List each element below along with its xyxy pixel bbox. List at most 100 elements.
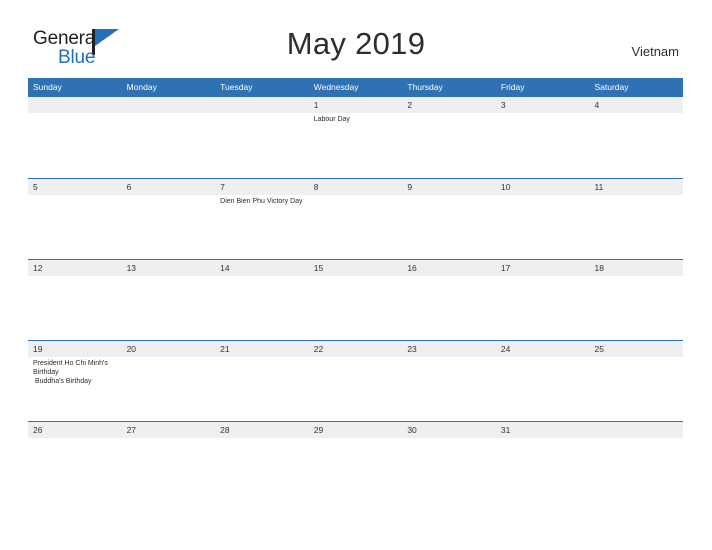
day-number: 25 (594, 344, 604, 354)
weekday-sunday: Sunday (33, 82, 62, 92)
day-number (33, 97, 120, 113)
country-label: Vietnam (631, 44, 679, 59)
day-number: 19 (33, 344, 43, 354)
day-events (127, 357, 214, 359)
calendar-page: General Blue May 2019 Vietnam Sunday Mon… (0, 0, 712, 550)
day-events (127, 276, 214, 278)
day-cell[interactable]: 18 (589, 260, 683, 340)
day-events (501, 276, 588, 278)
day-cell[interactable] (122, 97, 216, 178)
day-number: 4 (594, 100, 600, 110)
day-cell[interactable]: 2 (402, 97, 496, 178)
day-cell[interactable]: 24 (496, 341, 590, 421)
event-label: Buddha's Birthday (33, 378, 92, 386)
day-events (594, 438, 681, 440)
day-cell[interactable]: 21 (215, 341, 309, 421)
day-events (220, 276, 307, 278)
day-cell[interactable]: 12 (28, 260, 122, 340)
day-number: 2 (407, 100, 413, 110)
day-number: 13 (126, 263, 137, 273)
day-number: 3 (500, 100, 506, 110)
day-cell[interactable]: 10 (496, 179, 590, 259)
day-cell[interactable]: 3 (496, 97, 590, 178)
day-number: 11 (594, 182, 604, 192)
day-cell[interactable]: 30 (402, 422, 496, 448)
day-cell[interactable]: 4 (589, 97, 683, 178)
week-row: 12 13 14 15 16 17 18 (28, 259, 683, 340)
day-cell[interactable]: 28 (215, 422, 309, 448)
page-title: May 2019 (286, 26, 426, 61)
day-events (594, 276, 681, 278)
day-events (220, 438, 307, 440)
day-number: 29 (313, 425, 324, 435)
event-label: Dien Bien Phu Victory Day (220, 198, 303, 205)
week-row: 5 6 7 Dien Bien Phu Victory Day 8 9 10 11 (28, 178, 683, 259)
day-cell[interactable] (589, 422, 683, 448)
page-header: General Blue May 2019 Vietnam (0, 0, 712, 76)
day-events (501, 438, 588, 440)
day-number: 18 (594, 263, 604, 273)
day-events: President Ho Chi Minh's Birthday Buddha'… (33, 357, 120, 387)
day-cell[interactable]: 9 (402, 179, 496, 259)
day-cell[interactable]: 27 (122, 422, 216, 448)
day-events (314, 357, 401, 359)
day-cell[interactable]: 7 Dien Bien Phu Victory Day (215, 179, 309, 259)
event-label: Labour Day (313, 116, 350, 123)
day-cell[interactable] (28, 97, 122, 178)
day-number: 22 (313, 344, 324, 354)
week-row: 1 Labour Day 2 3 4 (28, 96, 683, 178)
day-number: 5 (33, 182, 38, 192)
weekday-thursday: Thursday (407, 82, 443, 92)
day-cell[interactable]: 15 (309, 260, 403, 340)
day-events (127, 195, 214, 197)
day-cell[interactable]: 25 (589, 341, 683, 421)
day-number: 30 (407, 425, 417, 435)
day-cell[interactable]: 11 (589, 179, 683, 259)
day-events (501, 113, 588, 115)
day-events (314, 195, 401, 197)
day-number: 14 (220, 263, 230, 273)
day-cell[interactable]: 6 (122, 179, 216, 259)
week-row: 26 27 28 29 30 31 (28, 421, 683, 448)
day-cell[interactable]: 22 (309, 341, 403, 421)
day-events (594, 195, 681, 197)
weekday-monday: Monday (126, 82, 157, 92)
day-events (594, 113, 681, 115)
day-events (594, 357, 681, 359)
day-events (127, 438, 214, 440)
day-cell[interactable]: 20 (122, 341, 216, 421)
day-cell[interactable]: 26 (28, 422, 122, 448)
weekday-friday: Friday (500, 82, 525, 92)
day-cell[interactable]: 13 (122, 260, 216, 340)
day-events (314, 438, 401, 440)
day-events (407, 276, 494, 278)
day-events (501, 195, 588, 197)
day-events (407, 357, 494, 359)
day-events (33, 438, 120, 440)
calendar-grid: Sunday Monday Tuesday Wednesday Thursday… (28, 78, 683, 448)
day-events (314, 276, 401, 278)
day-cell[interactable]: 8 (309, 179, 403, 259)
day-number: 9 (407, 182, 413, 192)
day-number (594, 422, 681, 438)
day-events (33, 195, 120, 197)
day-number: 15 (313, 263, 324, 273)
day-number: 6 (126, 182, 132, 192)
day-events: Dien Bien Phu Victory Day (220, 195, 307, 206)
day-number: 17 (500, 263, 511, 273)
day-events (501, 357, 588, 359)
day-cell[interactable]: 1 Labour Day (309, 97, 403, 178)
day-cell[interactable]: 16 (402, 260, 496, 340)
day-cell[interactable]: 19 President Ho Chi Minh's Birthday Buddh… (28, 341, 122, 421)
week-row: 19 President Ho Chi Minh's Birthday Buddh… (28, 340, 683, 421)
day-events (407, 438, 494, 440)
day-cell[interactable]: 14 (215, 260, 309, 340)
weekday-header-row: Sunday Monday Tuesday Wednesday Thursday… (28, 78, 683, 96)
event-label: President Ho Chi Minh's Birthday (33, 360, 110, 377)
day-cell[interactable]: 29 (309, 422, 403, 448)
day-cell[interactable]: 31 (496, 422, 590, 448)
day-cell[interactable]: 17 (496, 260, 590, 340)
day-cell[interactable] (215, 97, 309, 178)
day-cell[interactable]: 23 (402, 341, 496, 421)
day-cell[interactable]: 5 (28, 179, 122, 259)
